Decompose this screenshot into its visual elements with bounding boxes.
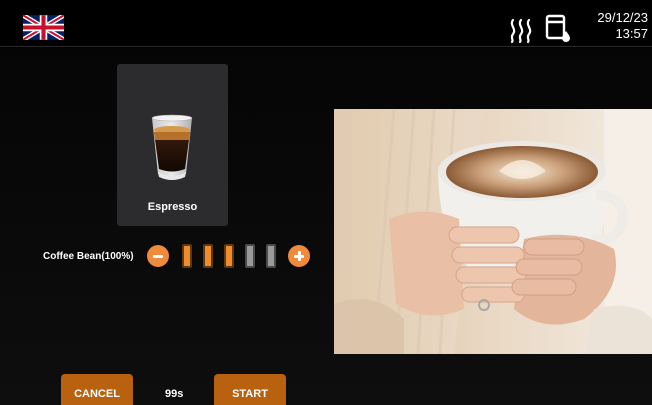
time-text: 13:57 [615,26,648,41]
strength-level-2[interactable] [203,244,213,268]
coffee-bean-label: Coffee Bean(100%) [43,251,134,262]
cappuccino-photo [334,109,652,354]
strength-level-3[interactable] [224,244,234,268]
strength-level-1[interactable] [182,244,192,268]
product-card[interactable]: Espresso [117,64,228,226]
uk-flag-icon[interactable] [23,15,64,40]
start-button[interactable]: START [214,374,286,405]
strength-level-5[interactable] [266,244,276,268]
decrease-strength-button[interactable] [147,245,169,267]
steam-heating-icon [510,18,532,44]
espresso-cup-icon [151,114,193,180]
increase-strength-button[interactable] [288,245,310,267]
water-tank-icon [545,14,570,42]
cancel-button[interactable]: CANCEL [61,374,133,405]
strength-level-4[interactable] [245,244,255,268]
date-text: 29/12/23 [597,10,648,25]
minus-icon [153,254,163,258]
date-time: 29/12/23 13:57 [578,10,648,42]
timer-text: 99s [165,388,184,400]
status-bar: 29/12/23 13:57 [0,0,652,47]
product-name: Espresso [147,201,198,213]
